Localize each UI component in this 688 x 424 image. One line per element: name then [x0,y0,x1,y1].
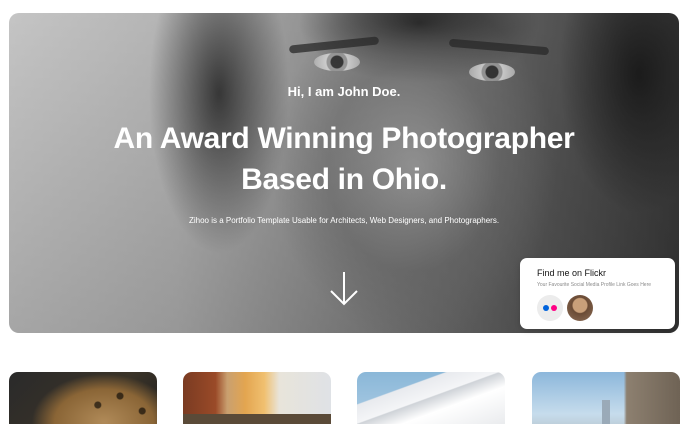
portfolio-card-leopard-photo[interactable] [9,372,157,424]
flickr-card[interactable]: Find me on Flickr Your Favourite Social … [520,258,675,329]
flickr-card-subtitle: Your Favourite Social Media Profile Link… [537,282,652,288]
hero-greeting: Hi, I am John Doe. [287,84,401,99]
hero-title-line-1: An Award Winning Photographer [113,122,575,155]
portrait-eye-right [469,63,515,81]
avatar[interactable] [567,295,593,321]
flickr-pink-dot [551,305,557,311]
portfolio-card-architecture-photo[interactable] [357,372,505,424]
hero-title: An Award Winning Photographer Based in O… [9,118,679,200]
bridge-tower [602,400,610,424]
page: Hi, I am John Doe. An Award Winning Phot… [0,0,688,424]
portfolio-card-city-street-photo[interactable] [183,372,331,424]
hero-title-line-2: Based in Ohio. [241,163,447,196]
flickr-logo-icon[interactable] [537,295,563,321]
portrait-eye-left [314,53,360,71]
portfolio-card-bridge-photo[interactable] [532,372,680,424]
hero-subtitle: Zihoo is a Portfolio Template Usable for… [188,216,500,225]
flickr-card-title: Find me on Flickr [537,268,607,278]
flickr-blue-dot [543,305,549,311]
arrow-down-icon[interactable] [327,271,361,307]
